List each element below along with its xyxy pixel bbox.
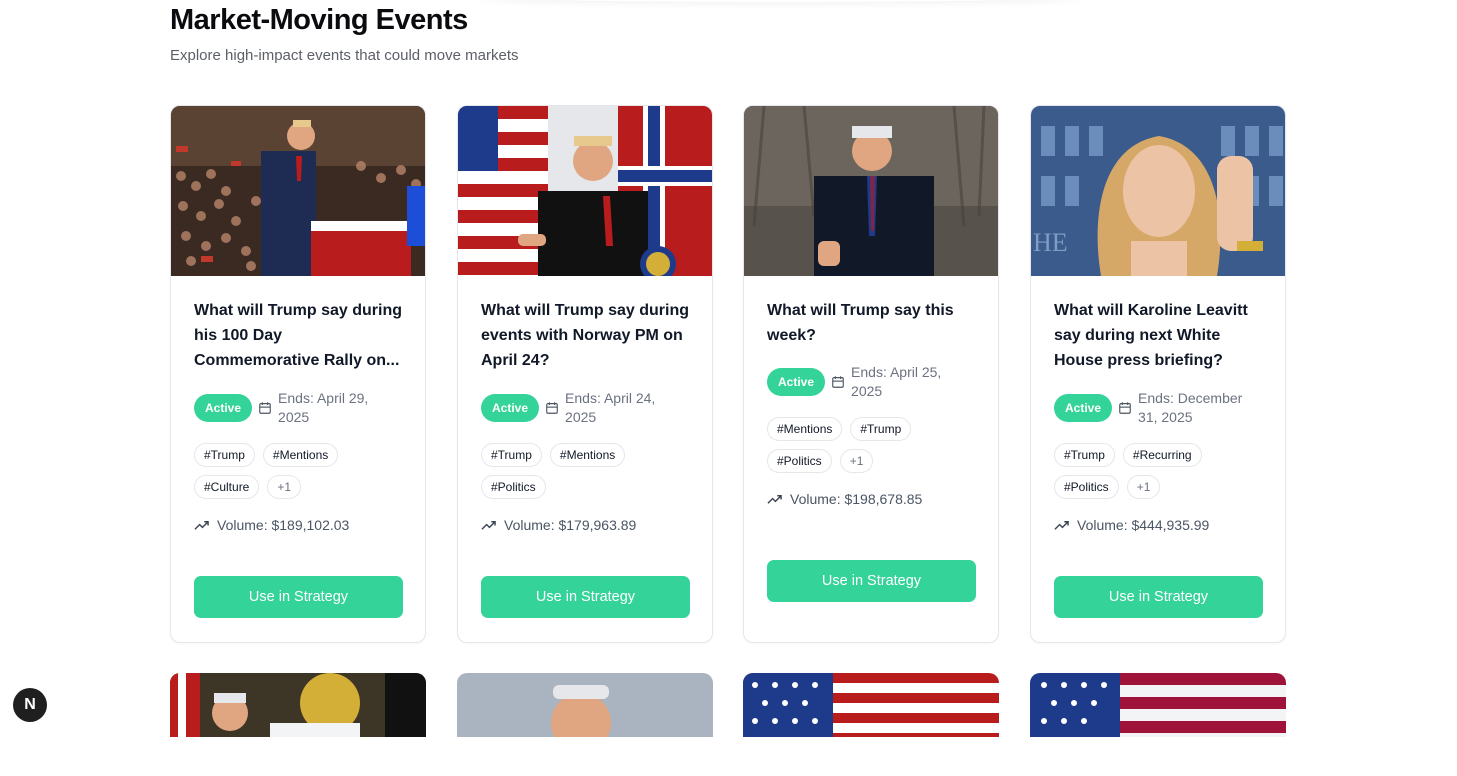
more-tags-count[interactable]: +1 [839,449,874,473]
more-tags-count[interactable]: +1 [267,475,302,499]
card-body: What will Karoline Leavitt say during ne… [1054,298,1262,533]
event-card[interactable]: What will Trump say during events with N… [457,105,713,643]
event-image [458,106,712,276]
us-flag-photo-icon [743,673,999,743]
volume-row: Volume: $444,935.99 [1054,517,1262,533]
use-in-strategy-button[interactable]: Use in Strategy [194,576,403,618]
tag[interactable]: #Mentions [549,443,626,467]
event-card[interactable]: What will Trump say this week? Active En… [743,105,999,643]
rally-photo-icon [171,106,425,276]
status-badge: Active [767,368,826,396]
tag[interactable]: #Politics [767,449,832,473]
event-card[interactable]: HE What will Karoline Leavitt say during… [1030,105,1286,643]
event-card-image-partial[interactable] [1030,673,1286,743]
event-title: What will Trump say during his 100 Day C… [194,302,403,369]
end-date: Ends: December 31, 2025 [1138,390,1243,425]
nextjs-dev-indicator-button[interactable]: N [13,688,47,722]
use-in-strategy-button[interactable]: Use in Strategy [767,560,976,602]
end-date: Ends: April 24, 2025 [565,390,656,425]
card-body: What will Trump say during events with N… [481,298,689,533]
event-title: What will Trump say during events with N… [481,302,690,369]
meta-row: Active Ends: April 29, 2025 [194,389,402,427]
calendar-icon [1119,402,1131,414]
tag[interactable]: #Culture [194,475,260,499]
event-card-image-partial[interactable] [170,673,426,743]
event-card-image-partial[interactable] [457,673,713,743]
use-in-strategy-button[interactable]: Use in Strategy [1054,576,1263,618]
svg-text:HE: HE [1033,228,1068,257]
meta-row: Active Ends: December 31, 2025 [1054,389,1262,427]
tag-list: #Trump #Recurring #Politics +1 [1054,443,1254,499]
oval-office-photo-icon [170,673,426,743]
top-bar-shadow [480,0,1080,2]
volume-row: Volume: $179,963.89 [481,517,689,533]
page-title: Market-Moving Events [170,4,468,36]
event-card-image-partial[interactable] [743,673,999,743]
tag-list: #Trump #Mentions #Culture +1 [194,443,394,499]
tag[interactable]: #Trump [1054,443,1115,467]
status-badge: Active [481,394,540,422]
volume-text: Volume: $179,963.89 [504,517,637,533]
use-in-strategy-button[interactable]: Use in Strategy [481,576,690,618]
trending-up-icon [767,494,782,504]
card-body: What will Trump say during his 100 Day C… [194,298,402,533]
page-header: Market-Moving Events Explore high-impact… [170,2,519,65]
calendar-icon [546,402,558,414]
tag[interactable]: #Mentions [767,417,843,441]
tag[interactable]: #Recurring [1122,443,1202,467]
event-title: What will Trump say this week? [767,302,954,344]
card-body: What will Trump say this week? Active En… [767,298,975,507]
tag-list: #Trump #Mentions #Politics [481,443,681,499]
event-image [171,106,425,276]
trending-up-icon [481,520,496,530]
event-image [744,106,998,276]
volume-text: Volume: $189,102.03 [217,517,350,533]
tag[interactable]: #Trump [481,443,542,467]
event-title: What will Karoline Leavitt say during ne… [1054,302,1248,369]
event-image: HE [1031,106,1285,276]
meta-row: Active Ends: April 24, 2025 [481,389,689,427]
tag[interactable]: #Trump [194,443,255,467]
press-briefing-photo-icon: HE [1031,106,1285,276]
us-flag-photo-icon [1030,673,1286,743]
portrait-photo-icon [457,673,713,743]
norway-event-photo-icon [458,106,712,276]
trending-up-icon [1054,520,1069,530]
tag[interactable]: #Mentions [262,443,339,467]
trending-up-icon [194,520,209,530]
volume-text: Volume: $444,935.99 [1077,517,1210,533]
event-card[interactable]: What will Trump say during his 100 Day C… [170,105,426,643]
tag[interactable]: #Trump [850,417,912,441]
thumbs-up-photo-icon [744,106,998,276]
calendar-icon [259,402,271,414]
volume-text: Volume: $198,678.85 [790,491,923,507]
meta-row: Active Ends: April 25, 2025 [767,363,975,401]
volume-row: Volume: $189,102.03 [194,517,402,533]
tag[interactable]: #Politics [481,475,546,499]
end-date: Ends: April 25, 2025 [851,364,942,399]
tag-list: #Mentions #Trump #Politics +1 [767,417,967,473]
status-badge: Active [194,394,253,422]
more-tags-count[interactable]: +1 [1126,475,1161,499]
status-badge: Active [1054,394,1113,422]
page-subtitle: Explore high-impact events that could mo… [170,47,519,64]
volume-row: Volume: $198,678.85 [767,491,975,507]
calendar-icon [832,376,844,388]
viewport-bottom-edge [0,737,1457,776]
end-date: Ends: April 29, 2025 [278,390,369,425]
tag[interactable]: #Politics [1054,475,1119,499]
